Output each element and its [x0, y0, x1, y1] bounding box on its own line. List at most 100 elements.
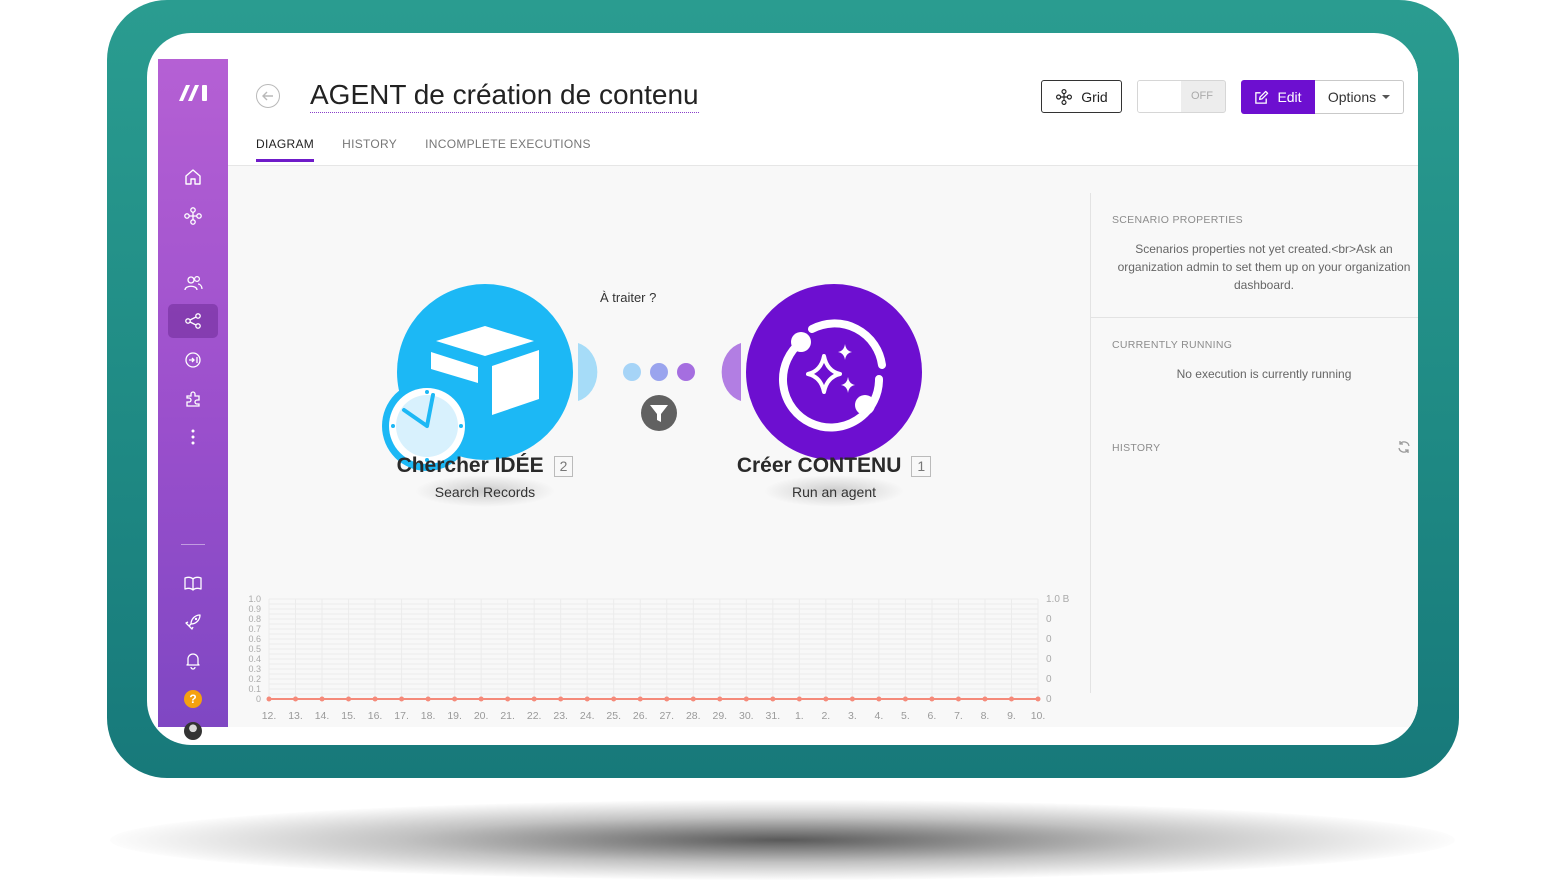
data-point: [584, 696, 590, 702]
sidebar-item-docs[interactable]: [168, 566, 218, 600]
module-name: Créer CONTENU: [736, 454, 902, 477]
module-output-handle[interactable]: [578, 343, 598, 401]
sidebar-item-connections[interactable]: [168, 343, 218, 377]
right-panel: SCENARIO PROPERTIES Scenarios properties…: [1090, 193, 1418, 693]
docs-icon: [184, 576, 202, 591]
x-tick-label: 6.: [928, 710, 937, 722]
bell-icon: [186, 653, 200, 670]
sidebar-item-apps[interactable]: [168, 382, 218, 416]
data-point: [346, 696, 352, 702]
scenarios-icon: [185, 313, 201, 329]
y-tick-label-left: 0.7: [248, 624, 261, 634]
y-tick-label-left: 0.8: [248, 614, 261, 624]
y-tick-label-right: 1.0 B: [1046, 594, 1070, 605]
module-name: Chercher IDÉE: [396, 454, 544, 477]
scenario-title[interactable]: AGENT de création de contenu: [310, 79, 699, 113]
x-tick-label: 29.: [712, 710, 727, 722]
sidebar-item-notifications[interactable]: [168, 643, 218, 677]
sidebar-item-help[interactable]: ?: [168, 682, 218, 716]
grid-icon: [1056, 88, 1073, 105]
scenario-properties-section: SCENARIO PROPERTIES Scenarios properties…: [1091, 214, 1418, 294]
module-input-handle[interactable]: [721, 343, 741, 401]
sidebar-item-scenarios[interactable]: [168, 304, 218, 338]
make-logo-icon: [179, 85, 207, 101]
module-id-badge: 1: [911, 455, 932, 477]
data-point: [425, 696, 431, 702]
tab-diagram[interactable]: DIAGRAM: [256, 137, 315, 162]
data-point: [372, 696, 378, 702]
y-tick-label-left: 0: [256, 694, 261, 704]
module-id-badge: 2: [553, 455, 574, 477]
data-point: [849, 696, 855, 702]
team-icon: [184, 275, 203, 291]
connector[interactable]: [623, 363, 695, 431]
make-logo[interactable]: [177, 81, 211, 108]
module-title[interactable]: Créer CONTENU 1: [724, 454, 944, 478]
x-tick-label: 3.: [848, 710, 857, 722]
data-point: [664, 696, 670, 702]
y-tick-label-right: 0: [1046, 634, 1052, 645]
x-tick-label: 14.: [315, 710, 330, 722]
sidebar-item-home[interactable]: [168, 160, 218, 194]
y-tick-label-right: 0: [1046, 654, 1052, 665]
edit-icon: [1255, 90, 1269, 104]
connector-dot: [623, 363, 641, 381]
grid-button[interactable]: Grid: [1041, 80, 1122, 113]
y-tick-label-left: 0.2: [248, 674, 261, 684]
tab-bar: DIAGRAM HISTORY INCOMPLETE EXECUTIONS: [256, 137, 591, 162]
scheduling-toggle[interactable]: OFF: [1137, 80, 1226, 113]
apps-icon: [186, 391, 200, 407]
launch-icon: [185, 614, 201, 630]
data-point: [452, 696, 458, 702]
module-subtitle: Run an agent: [791, 484, 877, 500]
x-tick-label: 5.: [901, 710, 910, 722]
sidebar: ?: [158, 59, 228, 740]
x-tick-label: 23.: [553, 710, 568, 722]
connector-dot: [650, 363, 668, 381]
data-point: [293, 696, 299, 702]
x-tick-label: 21.: [500, 710, 515, 722]
y-tick-label-left: 1.0: [248, 594, 261, 604]
x-tick-label: 2.: [821, 710, 830, 722]
x-tick-label: 27.: [659, 710, 674, 722]
data-point: [902, 696, 908, 702]
connections-icon: [185, 352, 201, 368]
sidebar-item-more[interactable]: [168, 420, 218, 454]
x-tick-label: 10.: [1031, 710, 1046, 722]
module-title[interactable]: Chercher IDÉE 2: [385, 454, 585, 478]
sidebar-item-profile[interactable]: [168, 721, 218, 741]
y-tick-label-left: 0.9: [248, 604, 261, 614]
x-tick-label: 20.: [474, 710, 489, 722]
section-heading: HISTORY: [1112, 442, 1161, 454]
x-tick-label: 17.: [394, 710, 409, 722]
y-tick-label-right: 0: [1046, 614, 1052, 625]
module-label-2: Créer CONTENU 1 Run an agent: [724, 454, 944, 500]
x-tick-label: 7.: [954, 710, 963, 722]
x-tick-label: 31.: [766, 710, 781, 722]
x-tick-label: 30.: [739, 710, 754, 722]
x-tick-label: 19.: [447, 710, 462, 722]
sidebar-item-templates[interactable]: [168, 199, 218, 233]
sidebar-item-launch[interactable]: [168, 605, 218, 639]
filter-label[interactable]: À traiter ?: [600, 290, 656, 305]
refresh-icon[interactable]: [1397, 440, 1411, 454]
avatar: [184, 722, 202, 740]
options-dropdown[interactable]: Options: [1315, 80, 1404, 114]
filter-icon[interactable]: [641, 395, 677, 431]
data-point: [558, 696, 564, 702]
y-tick-label-right: 0: [1046, 694, 1052, 705]
currently-running-section: CURRENTLY RUNNING No execution is curren…: [1091, 339, 1418, 383]
sidebar-item-team[interactable]: [168, 266, 218, 300]
currently-running-text: No execution is currently running: [1176, 367, 1352, 381]
main-area: AGENT de création de contenu DIAGRAM HIS…: [228, 59, 1418, 727]
data-point: [717, 696, 723, 702]
tab-history[interactable]: HISTORY: [342, 137, 397, 162]
data-point: [796, 696, 802, 702]
x-tick-label: 24.: [580, 710, 595, 722]
back-button[interactable]: [256, 84, 280, 108]
tab-incomplete-executions[interactable]: INCOMPLETE EXECUTIONS: [425, 137, 591, 162]
edit-button-label: Edit: [1277, 89, 1302, 105]
x-tick-label: 25.: [606, 710, 621, 722]
y-tick-label-left: 0.4: [248, 654, 261, 664]
edit-button[interactable]: Edit: [1241, 80, 1315, 114]
